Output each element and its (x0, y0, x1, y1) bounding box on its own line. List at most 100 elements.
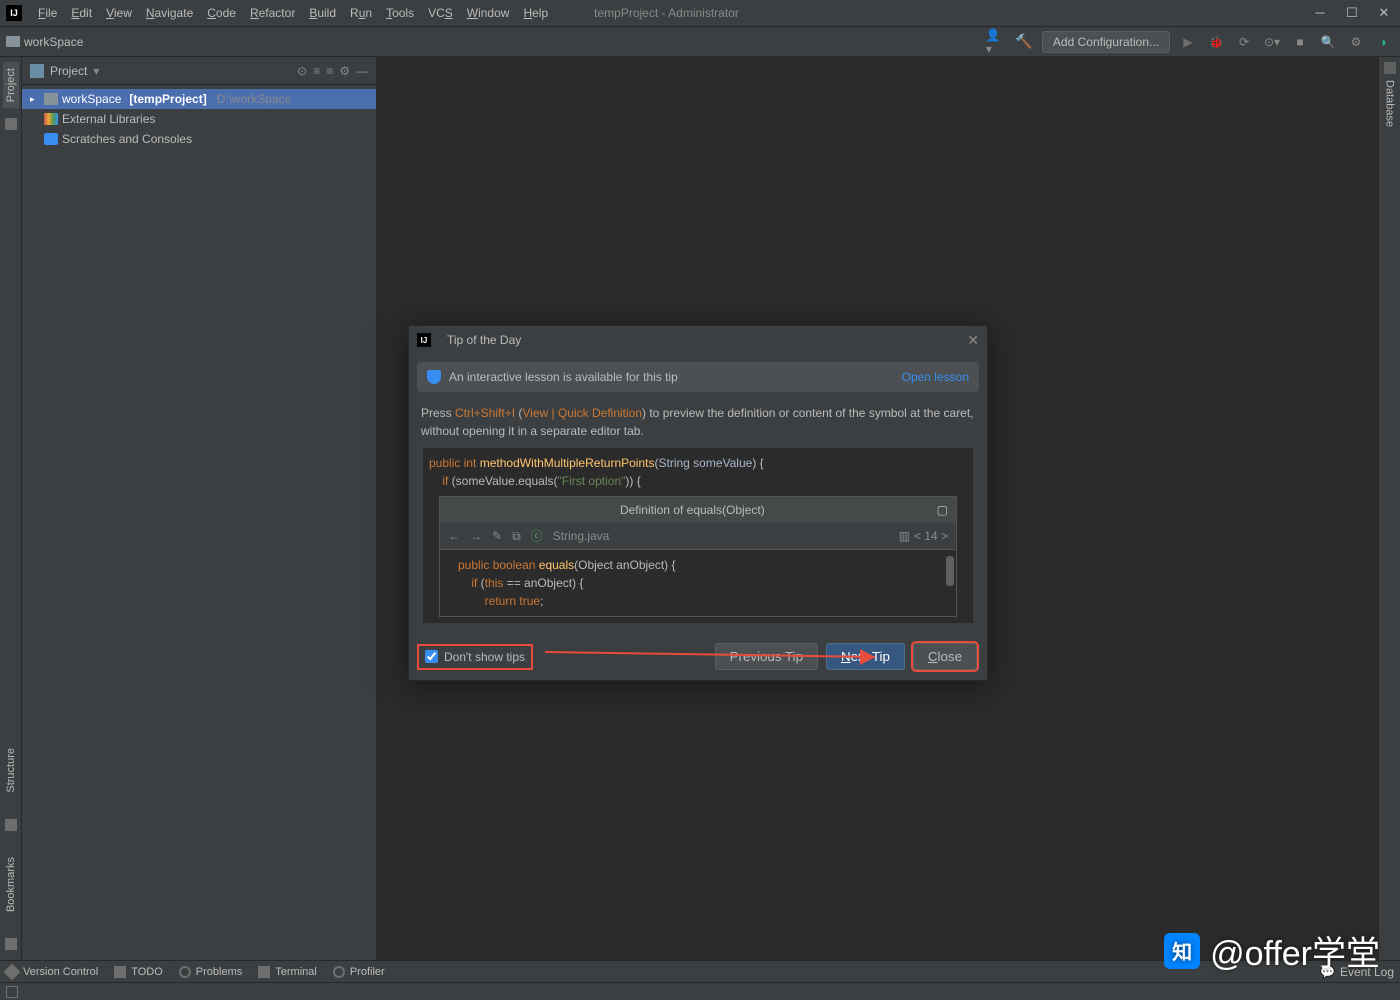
menu-file[interactable]: File (32, 4, 63, 22)
project-name: workSpace (62, 92, 121, 106)
collapse-icon[interactable]: ≡ (326, 64, 333, 78)
back-icon[interactable]: ← (448, 527, 460, 545)
close-icon[interactable]: ✕ (1374, 5, 1394, 21)
watermark: 知 @offer学堂 (1164, 926, 1380, 975)
coverage-icon[interactable]: ⟳ (1234, 32, 1254, 52)
breadcrumb-text: workSpace (24, 35, 83, 49)
dont-show-input[interactable] (425, 650, 438, 663)
project-view-selector[interactable]: Project (50, 64, 87, 78)
caret-icon[interactable]: ▸ (30, 94, 40, 105)
status-icon[interactable] (6, 986, 18, 998)
ide-tools-icon[interactable]: ◗ (1374, 32, 1394, 52)
dialog-close-icon[interactable]: ✕ (967, 332, 979, 349)
definition-code: public boolean equals(Object anObject) {… (440, 550, 956, 616)
tab-problems[interactable]: Problems (179, 966, 242, 978)
menu-edit[interactable]: Edit (65, 4, 98, 22)
tab-profiler[interactable]: Profiler (333, 966, 385, 978)
profiler-icon (333, 966, 345, 978)
bookmark-icon[interactable] (5, 938, 17, 950)
hide-icon[interactable]: — (356, 64, 368, 78)
show-icon[interactable]: ⧉ (512, 527, 521, 545)
scrollbar[interactable] (946, 556, 954, 586)
project-tree: ▸ workSpace [tempProject] D:\workSpace E… (22, 85, 376, 153)
code-sample: public int methodWithMultipleReturnPoint… (423, 448, 973, 623)
minimize-icon[interactable]: ─ (1310, 5, 1330, 21)
gear-icon[interactable]: ⚙ (339, 64, 350, 78)
run-config-selector[interactable]: Add Configuration... (1042, 31, 1170, 53)
definition-header: Definition of equals(Object) ▢ (440, 497, 956, 523)
menu-navigate[interactable]: Navigate (140, 4, 199, 22)
project-tag: [tempProject] (129, 92, 206, 106)
tip-of-day-dialog: IJ Tip of the Day ✕ An interactive lesso… (408, 325, 988, 681)
dialog-app-icon: IJ (417, 333, 431, 347)
menu-code[interactable]: Code (201, 4, 242, 22)
menu-run[interactable]: Run (344, 4, 378, 22)
menu-vcs[interactable]: VCS (422, 4, 459, 22)
library-icon (44, 113, 58, 125)
open-lesson-link[interactable]: Open lesson (902, 370, 969, 384)
pin-icon[interactable]: ▢ (937, 501, 948, 519)
title-bar: IJ File Edit View Navigate Code Refactor… (0, 0, 1400, 27)
database-icon[interactable] (1384, 62, 1396, 74)
folder-nav-icon[interactable] (5, 118, 17, 130)
tab-todo[interactable]: TODO (114, 966, 163, 978)
project-path: D:\workSpace (217, 92, 292, 106)
dont-show-checkbox[interactable]: Don't show tips (419, 646, 531, 668)
edit-icon[interactable]: ✎ (492, 527, 502, 545)
settings-icon[interactable]: ⚙ (1346, 32, 1366, 52)
user-icon[interactable]: 👤▾ (986, 32, 1006, 52)
search-icon[interactable]: 🔍 (1318, 32, 1338, 52)
tab-terminal[interactable]: Terminal (258, 966, 317, 978)
shortcut: Ctrl+Shift+I (455, 406, 515, 420)
tab-bookmarks[interactable]: Bookmarks (3, 851, 19, 918)
dialog-footer: Don't show tips Previous Tip Next Tip Cl… (409, 633, 987, 680)
menu-window[interactable]: Window (461, 4, 516, 22)
scratch-icon (44, 133, 58, 145)
definition-title: Definition of equals(Object) (448, 501, 937, 519)
next-tip-button[interactable]: Next Tip (826, 643, 905, 670)
definition-file: String.java (553, 527, 610, 545)
profile-icon[interactable]: ⊙▾ (1262, 32, 1282, 52)
tree-root[interactable]: ▸ workSpace [tempProject] D:\workSpace (22, 89, 376, 109)
tree-scratches[interactable]: Scratches and Consoles (22, 129, 376, 149)
ext-libs-label: External Libraries (62, 112, 155, 126)
forward-icon[interactable]: → (470, 527, 482, 545)
menu-tools[interactable]: Tools (380, 4, 420, 22)
project-view-icon (30, 64, 44, 78)
window-controls: ─ ☐ ✕ (1310, 5, 1394, 21)
previous-tip-button[interactable]: Previous Tip (715, 643, 818, 670)
window-title: tempProject - Administrator (554, 6, 1310, 20)
project-tool-window: Project ▾ ⊙ ≡ ≡ ⚙ — ▸ workSpace [tempPro… (22, 57, 377, 960)
menu-view[interactable]: View (100, 4, 138, 22)
menu-refactor[interactable]: Refactor (244, 4, 301, 22)
stop-icon[interactable]: ■ (1290, 32, 1310, 52)
scratches-label: Scratches and Consoles (62, 132, 192, 146)
tip-body: Press Ctrl+Shift+I (View | Quick Definit… (409, 400, 987, 633)
tab-database[interactable]: Database (1382, 74, 1398, 133)
expand-icon[interactable]: ≡ (313, 64, 320, 78)
menu-help[interactable]: Help (517, 4, 554, 22)
main-menu: File Edit View Navigate Code Refactor Bu… (32, 4, 554, 22)
nav-count[interactable]: < 14 > (914, 527, 948, 545)
chevron-down-icon[interactable]: ▾ (93, 64, 99, 78)
build-icon[interactable]: 🔨 (1014, 32, 1034, 52)
tab-vcs[interactable]: Version Control (6, 966, 98, 978)
menu-build[interactable]: Build (303, 4, 342, 22)
breadcrumb[interactable]: workSpace (6, 35, 83, 49)
folder-icon (6, 36, 20, 47)
terminal-icon (258, 966, 270, 978)
status-bar (0, 982, 1400, 1000)
definition-toolbar: ← → ✎ ⧉ ⓒ String.java ▥< 14 > (440, 523, 956, 550)
tab-structure[interactable]: Structure (3, 742, 19, 799)
zhihu-logo-icon: 知 (1164, 933, 1200, 969)
structure-icon[interactable] (5, 819, 17, 831)
debug-icon[interactable]: 🐞 (1206, 32, 1226, 52)
tree-external-libs[interactable]: External Libraries (22, 109, 376, 129)
navigation-bar: workSpace 👤▾ 🔨 Add Configuration... ▶ 🐞 … (0, 27, 1400, 57)
select-file-icon[interactable]: ⊙ (297, 64, 307, 78)
run-icon[interactable]: ▶ (1178, 32, 1198, 52)
tab-project[interactable]: Project (3, 62, 19, 108)
maximize-icon[interactable]: ☐ (1342, 5, 1362, 21)
close-button[interactable]: Close (913, 643, 977, 670)
left-tool-strip: Project Structure Bookmarks (0, 57, 22, 960)
